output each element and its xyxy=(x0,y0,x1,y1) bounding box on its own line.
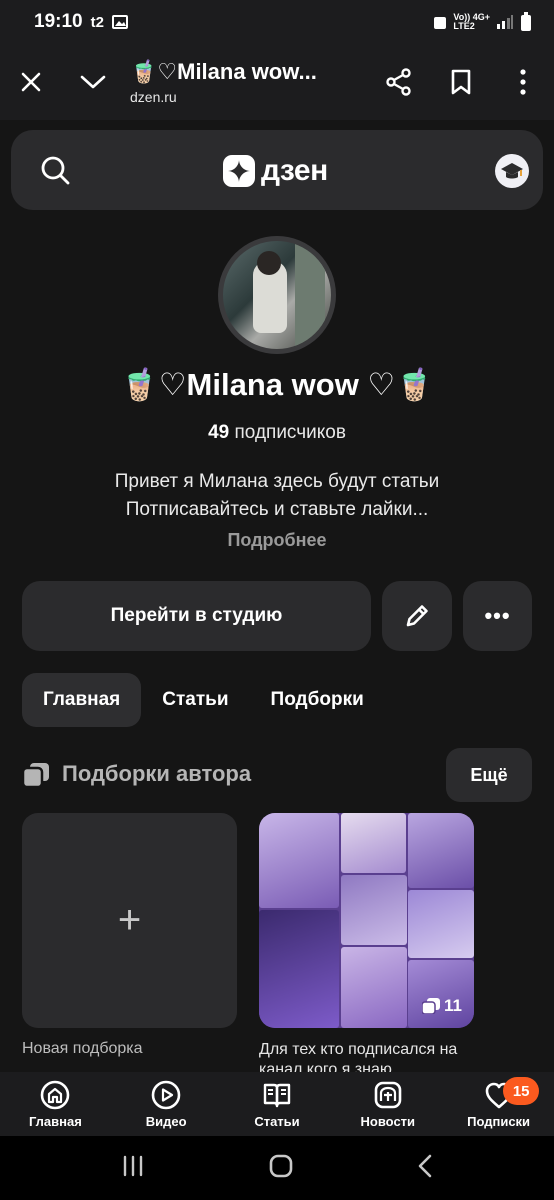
edit-button[interactable] xyxy=(382,581,452,651)
more-actions-button[interactable]: ••• xyxy=(463,581,532,651)
collections-icon xyxy=(422,998,441,1014)
video-icon xyxy=(151,1080,181,1110)
nav-label-articles: Статьи xyxy=(254,1114,300,1129)
recents-button[interactable] xyxy=(121,1154,145,1183)
description-line-1: Привет я Милана здесь будут статьи xyxy=(114,471,440,492)
menu-button[interactable] xyxy=(492,44,554,120)
bookmark-button[interactable] xyxy=(430,44,492,120)
collections-more-button[interactable]: Ещё xyxy=(446,748,532,802)
page-content: дзен 🧋♡Milana wow ♡🧋 49 подписчиков Прив… xyxy=(0,120,554,1072)
back-icon xyxy=(418,1154,431,1177)
collections-title: Подборки автора xyxy=(62,761,252,786)
close-icon xyxy=(21,72,41,92)
alarm-icon xyxy=(434,17,447,29)
status-bar: 19:10 t2 Vo)) 4G+ LTE2 xyxy=(0,0,554,44)
dzen-header: дзен xyxy=(11,130,543,210)
more-info-link[interactable]: Подробнее xyxy=(0,530,554,551)
subscribers-number: 49 xyxy=(208,422,230,443)
nav-label-home: Главная xyxy=(28,1114,82,1129)
gallery-icon xyxy=(111,15,128,29)
home-system-button[interactable] xyxy=(268,1153,294,1184)
home-system-icon xyxy=(269,1154,293,1177)
carrier-icon: t2 xyxy=(90,13,104,31)
page-url: dzen.ru xyxy=(130,89,177,105)
subscribers-count: 49 подписчиков xyxy=(0,422,554,444)
close-button[interactable] xyxy=(0,44,62,120)
signal-icon xyxy=(497,15,513,29)
action-row: Перейти в студию ••• xyxy=(22,581,532,651)
dzen-logo-icon xyxy=(223,155,255,187)
channel-description: Привет я Милана здесь будут статьи Потпи… xyxy=(40,468,514,524)
collections-icon xyxy=(22,763,49,788)
articles-icon xyxy=(263,1083,291,1108)
nav-item-video[interactable]: Видео xyxy=(111,1072,222,1136)
channel-avatar[interactable] xyxy=(218,236,336,354)
user-avatar[interactable] xyxy=(495,154,529,188)
graduation-cap-icon xyxy=(501,163,523,179)
nav-item-subscriptions[interactable]: Подписки 15 xyxy=(443,1072,554,1136)
collection-count-value: 11 xyxy=(444,996,462,1015)
search-button[interactable] xyxy=(37,152,73,188)
subscribers-label: подписчиков xyxy=(234,422,346,443)
subscriptions-badge: 15 xyxy=(503,1077,540,1105)
chevron-down-icon xyxy=(80,75,106,89)
collection-title[interactable]: Для тех кто подписался на канал кого я з… xyxy=(259,1040,479,1072)
browser-toolbar: 🧋♡Milana wow... dzen.ru xyxy=(0,44,554,120)
nav-item-news[interactable]: Новости xyxy=(332,1072,443,1136)
news-icon xyxy=(374,1081,402,1109)
network-type-2: LTE2 xyxy=(453,21,475,31)
nav-item-articles[interactable]: Статьи xyxy=(222,1072,333,1136)
collapse-button[interactable] xyxy=(62,44,124,120)
bottom-nav: Главная Видео Статьи Новости Подписки 15 xyxy=(0,1072,554,1136)
dzen-logo[interactable]: дзен xyxy=(223,154,328,188)
channel-tabs: Главная Статьи Подборки xyxy=(22,673,385,727)
collection-item-count: 11 xyxy=(422,996,462,1016)
kebab-menu-icon xyxy=(520,69,526,95)
nav-item-home[interactable]: Главная xyxy=(0,1072,111,1136)
go-to-studio-button[interactable]: Перейти в студию xyxy=(22,581,371,651)
collection-card[interactable]: 11 xyxy=(259,813,474,1028)
nav-label-news: Новости xyxy=(360,1114,416,1129)
dzen-logo-text: дзен xyxy=(261,154,328,187)
description-line-2: Потписавайтесь и ставьте лайки... xyxy=(125,499,429,520)
tab-main[interactable]: Главная xyxy=(22,673,142,727)
page-title-area: 🧋♡Milana wow... dzen.ru xyxy=(124,59,368,105)
share-button[interactable] xyxy=(368,44,430,120)
new-collection-card[interactable]: + xyxy=(22,813,237,1028)
page-title: 🧋♡Milana wow... xyxy=(130,59,317,84)
channel-avatar-image xyxy=(223,241,331,349)
battery-icon xyxy=(521,12,531,31)
recents-icon xyxy=(124,1155,143,1176)
tab-articles[interactable]: Статьи xyxy=(141,673,249,727)
collections-section-header: Подборки автора Ещё xyxy=(22,748,532,802)
nav-label-subscriptions: Подписки xyxy=(467,1114,531,1129)
system-navigation xyxy=(0,1136,554,1200)
share-icon xyxy=(386,68,411,96)
search-icon xyxy=(41,156,70,185)
bookmark-icon xyxy=(451,69,471,95)
channel-name: 🧋♡Milana wow ♡🧋 xyxy=(120,367,434,402)
nav-label-video: Видео xyxy=(145,1114,187,1129)
new-collection-label[interactable]: Новая подборка xyxy=(22,1040,143,1058)
tab-collections[interactable]: Подборки xyxy=(250,673,385,727)
home-icon xyxy=(41,1080,70,1110)
back-button[interactable] xyxy=(417,1153,433,1184)
pencil-icon xyxy=(406,605,428,627)
status-time: 19:10 xyxy=(34,11,83,32)
